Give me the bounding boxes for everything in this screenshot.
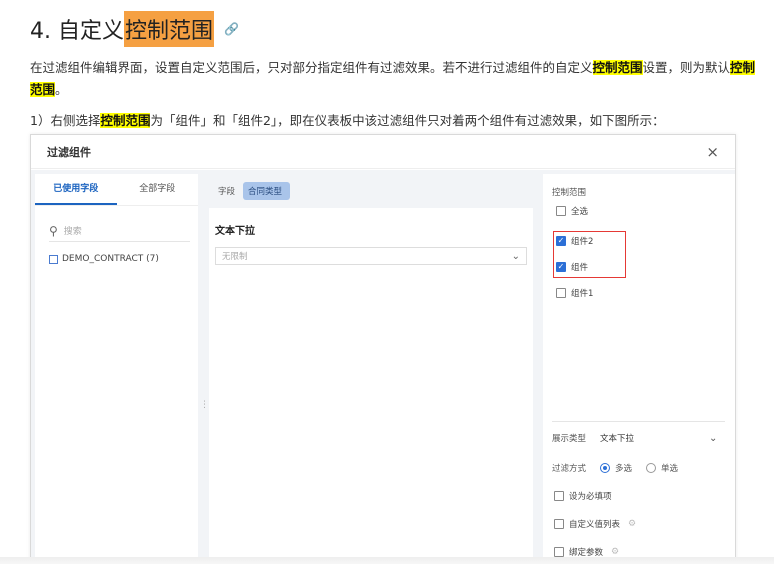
- radio-multi[interactable]: [600, 463, 611, 473]
- radio-single[interactable]: [646, 463, 657, 473]
- scope-option-widget1[interactable]: 组件1: [556, 287, 593, 299]
- field-label: 字段: [218, 187, 236, 197]
- chevron-down-icon: ⌄: [709, 432, 718, 444]
- settings-panel: 控制范围 全选 ✓ 组件2 ✓ 组件 组件1 展示类型 文本下拉 ⌄ 过滤方式 …: [543, 174, 735, 564]
- search-placeholder: 搜索: [63, 227, 82, 237]
- intro-paragraph: 在过滤组件编辑界面，设置自定义范围后，只对部分指定组件有过滤效果。若不进行过滤组…: [30, 57, 760, 101]
- gear-icon[interactable]: ⚙: [628, 519, 636, 529]
- widget-type-title: 文本下拉: [215, 226, 255, 237]
- required-checkbox[interactable]: 设为必填项: [554, 490, 612, 502]
- config-panel: 字段 合同类型 文本下拉 无限制 ⌄: [209, 174, 533, 564]
- section-heading: 4. 自定义 控制范围 🔗: [30, 11, 239, 47]
- checkbox-icon: [554, 519, 564, 529]
- display-type-label: 展示类型: [552, 434, 587, 444]
- para-text: 为「组件」和「组件2」，即在仪表板中该过滤组件只对着两个组件有过滤效果，如下图所…: [150, 113, 665, 128]
- chevron-down-icon: ⌄: [511, 250, 520, 262]
- para-text: 设置，则为默认: [642, 60, 731, 75]
- filter-mode-row: 过滤方式 多选 单选: [552, 462, 678, 474]
- scope-option-select-all[interactable]: 全选: [556, 205, 588, 217]
- field-tabs: 已使用字段 全部字段: [35, 174, 198, 206]
- filter-component-dialog: 过滤组件 × 已使用字段 全部字段 ⚲ 搜索 DEMO_CONTRACT (7)…: [30, 134, 736, 564]
- display-type-row[interactable]: 展示类型 文本下拉 ⌄: [552, 432, 732, 445]
- dropdown-placeholder: 无限制: [222, 252, 248, 262]
- dialog-header: 过滤组件 ×: [31, 135, 735, 169]
- close-icon[interactable]: ×: [706, 143, 719, 161]
- highlight-term: 控制范围: [100, 113, 151, 128]
- table-icon: [49, 254, 58, 264]
- filter-mode-label: 过滤方式: [552, 464, 587, 474]
- divider: [552, 421, 725, 422]
- checkbox-icon: [554, 491, 564, 501]
- checkbox-icon: [556, 206, 566, 216]
- heading-highlight: 控制范围: [123, 11, 214, 47]
- tab-all-fields[interactable]: 全部字段: [117, 174, 199, 205]
- scope-title: 控制范围: [552, 188, 587, 198]
- field-bar: 字段 合同类型: [209, 174, 533, 208]
- radio-label: 多选: [615, 464, 633, 474]
- field-item-label: DEMO_CONTRACT (7): [62, 254, 159, 264]
- field-item-demo-contract[interactable]: DEMO_CONTRACT (7): [49, 254, 198, 264]
- preview-dropdown[interactable]: 无限制 ⌄: [215, 247, 527, 265]
- field-search[interactable]: ⚲ 搜索: [49, 220, 190, 242]
- radio-label: 单选: [661, 464, 679, 474]
- gear-icon[interactable]: ⚙: [611, 547, 619, 557]
- para-text: 1）右侧选择: [30, 113, 101, 128]
- option-label: 组件1: [571, 289, 594, 299]
- checkbox-icon: [554, 547, 564, 557]
- field-panel: 已使用字段 全部字段 ⚲ 搜索 DEMO_CONTRACT (7): [35, 174, 198, 564]
- page-bottom-edge: [0, 557, 774, 564]
- para-text: 在过滤组件编辑界面，设置自定义范围后，只对部分指定组件有过滤效果。若不进行过滤组…: [30, 60, 593, 75]
- search-icon: ⚲: [49, 223, 58, 238]
- dialog-body: 已使用字段 全部字段 ⚲ 搜索 DEMO_CONTRACT (7) ⋮⋮ 字段 …: [31, 170, 735, 564]
- annotation-highlight-box: [553, 231, 626, 278]
- tab-used-fields[interactable]: 已使用字段: [35, 174, 117, 205]
- highlight-term: 控制范围: [592, 60, 643, 75]
- option-label: 全选: [571, 207, 589, 217]
- field-chip[interactable]: 合同类型: [243, 182, 291, 200]
- checkbox-icon: [556, 288, 566, 298]
- custom-value-list-checkbox[interactable]: 自定义值列表 ⚙: [554, 518, 636, 530]
- step-paragraph: 1）右侧选择控制范围为「组件」和「组件2」，即在仪表板中该过滤组件只对着两个组件…: [30, 110, 760, 132]
- dialog-title: 过滤组件: [47, 145, 91, 159]
- option-label: 设为必填项: [569, 492, 612, 502]
- display-type-value: 文本下拉: [600, 434, 635, 444]
- para-text: 。: [55, 82, 68, 97]
- heading-prefix: 4. 自定义: [30, 19, 124, 44]
- option-label: 自定义值列表: [569, 520, 621, 530]
- link-icon[interactable]: 🔗: [224, 22, 239, 36]
